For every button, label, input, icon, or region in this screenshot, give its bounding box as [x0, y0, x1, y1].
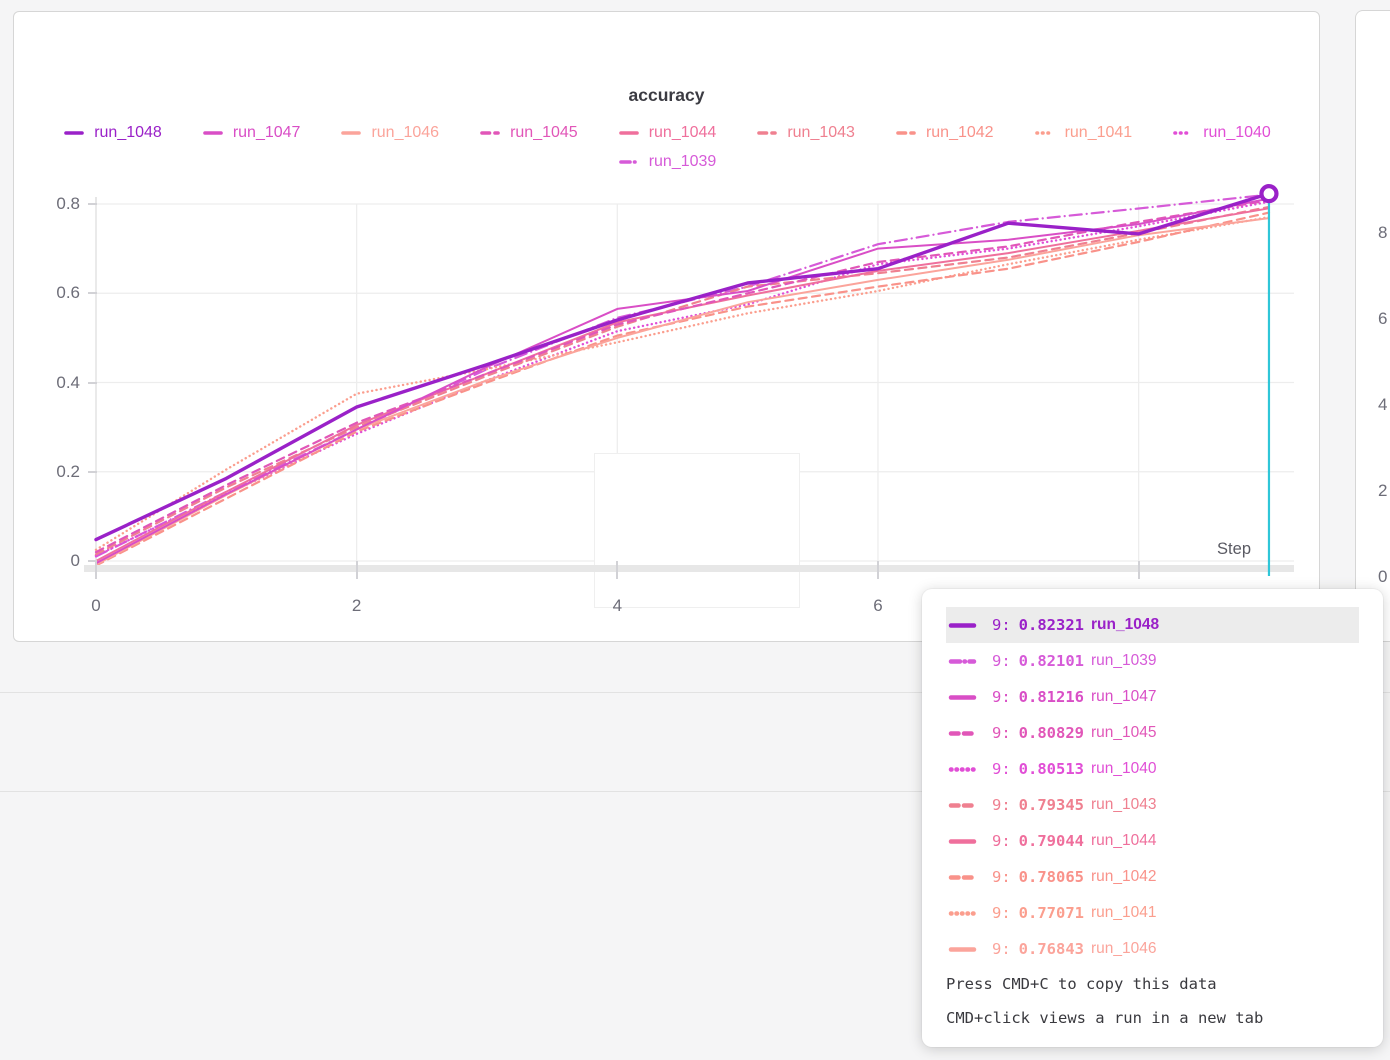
tooltip-step: 9: [992, 796, 1011, 814]
tooltip-value: 0.79345 [1019, 796, 1084, 814]
adjacent-y-axis-label: 8 [1378, 223, 1390, 243]
tooltip-run-name: run_1045 [1091, 724, 1157, 742]
chart-tooltip: 9: 0.82321 run_1048 9: 0.82101 run_1039 9: 0.81… [922, 589, 1383, 1047]
tooltip-value: 0.82321 [1019, 616, 1084, 634]
tooltip-value: 0.80513 [1019, 760, 1084, 778]
tooltip-swatch-icon [948, 873, 978, 882]
tooltip-hint-open: CMD+click views a run in a new tab [946, 1001, 1359, 1035]
workspace-canvas: accuracy run_1048run_1047run_1046run_104… [0, 0, 1390, 1060]
tooltip-value: 0.76843 [1019, 940, 1084, 958]
tooltip-step: 9: [992, 724, 1011, 742]
adjacent-y-axis-label: 0 [1378, 567, 1390, 587]
tooltip-swatch-icon [948, 621, 978, 630]
tooltip-row-run_1043[interactable]: 9: 0.79345 run_1043 [946, 787, 1359, 823]
adjacent-y-axis-label: 4 [1378, 395, 1390, 415]
tooltip-run-name: run_1046 [1091, 940, 1157, 958]
tooltip-swatch-icon [948, 765, 978, 774]
tooltip-swatch-icon [948, 909, 978, 918]
tooltip-swatch-icon [948, 657, 978, 666]
tooltip-run-name: run_1047 [1091, 688, 1157, 706]
tooltip-row-run_1041[interactable]: 9: 0.77071 run_1041 [946, 895, 1359, 931]
tooltip-run-name: run_1044 [1091, 832, 1157, 850]
tooltip-step: 9: [992, 904, 1011, 922]
tooltip-row-run_1047[interactable]: 9: 0.81216 run_1047 [946, 679, 1359, 715]
tooltip-value: 0.78065 [1019, 868, 1084, 886]
accuracy-panel: accuracy run_1048run_1047run_1046run_104… [13, 11, 1320, 642]
tooltip-step: 9: [992, 760, 1011, 778]
tooltip-run-name: run_1041 [1091, 904, 1157, 922]
tooltip-step: 9: [992, 688, 1011, 706]
tooltip-step: 9: [992, 832, 1011, 850]
tooltip-step: 9: [992, 652, 1011, 670]
tooltip-row-run_1046[interactable]: 9: 0.76843 run_1046 [946, 931, 1359, 967]
tooltip-step: 9: [992, 868, 1011, 886]
tooltip-run-name: run_1048 [1091, 616, 1159, 634]
tooltip-row-run_1048[interactable]: 9: 0.82321 run_1048 [946, 607, 1359, 643]
tooltip-swatch-icon [948, 945, 978, 954]
tooltip-swatch-icon [948, 837, 978, 846]
adjacent-y-axis-label: 2 [1378, 481, 1390, 501]
tooltip-row-run_1040[interactable]: 9: 0.80513 run_1040 [946, 751, 1359, 787]
tooltip-rows: 9: 0.82321 run_1048 9: 0.82101 run_1039 9: 0.81… [946, 607, 1359, 967]
tooltip-row-run_1044[interactable]: 9: 0.79044 run_1044 [946, 823, 1359, 859]
adjacent-y-axis-label: 6 [1378, 309, 1390, 329]
tooltip-step: 9: [992, 940, 1011, 958]
tooltip-value: 0.82101 [1019, 652, 1084, 670]
tooltip-swatch-icon [948, 801, 978, 810]
overlay-ghost-box [594, 453, 800, 608]
tooltip-row-run_1039[interactable]: 9: 0.82101 run_1039 [946, 643, 1359, 679]
tooltip-run-name: run_1039 [1091, 652, 1157, 670]
tooltip-row-run_1042[interactable]: 9: 0.78065 run_1042 [946, 859, 1359, 895]
tooltip-footer: Press CMD+C to copy this data CMD+click … [946, 967, 1359, 1035]
tooltip-value: 0.77071 [1019, 904, 1084, 922]
tooltip-swatch-icon [948, 693, 978, 702]
tooltip-run-name: run_1042 [1091, 868, 1157, 886]
tooltip-value: 0.79044 [1019, 832, 1084, 850]
tooltip-run-name: run_1040 [1091, 760, 1157, 778]
tooltip-value: 0.81216 [1019, 688, 1084, 706]
tooltip-swatch-icon [948, 729, 978, 738]
tooltip-row-run_1045[interactable]: 9: 0.80829 run_1045 [946, 715, 1359, 751]
tooltip-value: 0.80829 [1019, 724, 1084, 742]
tooltip-hint-copy: Press CMD+C to copy this data [946, 967, 1359, 1001]
tooltip-step: 9: [992, 616, 1011, 634]
tooltip-run-name: run_1043 [1091, 796, 1157, 814]
